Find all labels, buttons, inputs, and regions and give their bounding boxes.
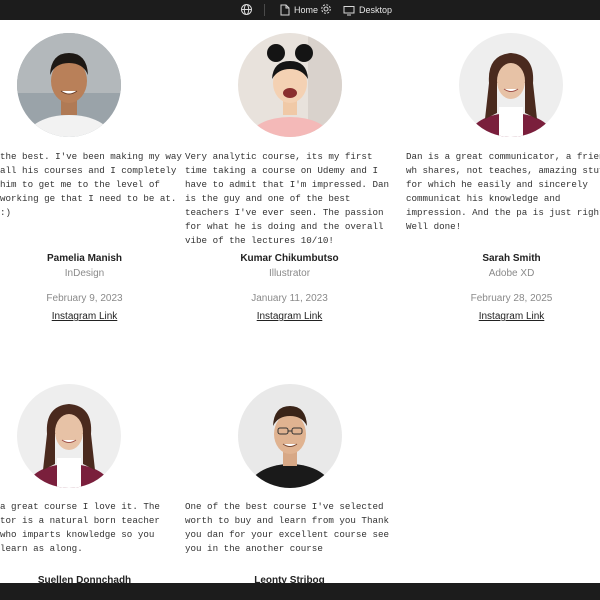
- avatar: [238, 384, 342, 488]
- testimonial-name: Sarah Smith: [482, 253, 541, 264]
- testimonial-quote: the best. I've been making my way all hi…: [0, 151, 182, 218]
- instagram-link[interactable]: Instagram Link: [401, 311, 600, 322]
- testimonial-course: Illustrator: [268, 268, 311, 279]
- instagram-link[interactable]: Instagram Link: [179, 311, 400, 322]
- gear-icon[interactable]: [320, 3, 332, 15]
- avatar: [17, 384, 121, 488]
- avatar: [459, 33, 563, 137]
- desktop-label: Desktop: [359, 5, 393, 15]
- avatar: [238, 33, 342, 137]
- testimonial-quote: Dan is a great communicator, a friend wh…: [406, 151, 600, 232]
- home-label: Home: [294, 5, 319, 15]
- testimonial-date: January 11, 2023: [251, 293, 328, 304]
- page-canvas: the best. I've been making my way all hi…: [0, 20, 600, 583]
- home-page-selector[interactable]: Home: [280, 0, 318, 20]
- toolbar-divider: [264, 4, 265, 16]
- desktop-breakpoint-button[interactable]: Desktop: [343, 0, 392, 20]
- testimonial-course: InDesign: [64, 268, 105, 279]
- testimonial-name: Leonty Stribog: [254, 575, 325, 583]
- testimonial-date: February 28, 2025: [470, 293, 553, 304]
- instagram-link[interactable]: Instagram Link: [0, 311, 195, 322]
- testimonial-quote: One of the best course I've selected wor…: [185, 501, 389, 554]
- testimonial-course: Adobe XD: [488, 268, 535, 279]
- editor-bottom-bar: [0, 583, 600, 600]
- testimonial-date: February 9, 2023: [46, 293, 123, 304]
- testimonial-quote: a great course I love it. The tor is a n…: [0, 501, 160, 554]
- avatar: [17, 33, 121, 137]
- testimonial-name: Pamelia Manish: [46, 253, 123, 264]
- testimonial-name: Kumar Chikumbutso: [240, 253, 339, 264]
- desktop-icon: [343, 5, 355, 16]
- page-icon: [280, 4, 290, 16]
- globe-icon[interactable]: [240, 3, 253, 16]
- testimonial-quote: Very analytic course, its my first time …: [185, 151, 389, 246]
- editor-top-bar: Home Desktop: [0, 0, 600, 20]
- testimonial-name: Suellen Donnchadh: [37, 575, 132, 583]
